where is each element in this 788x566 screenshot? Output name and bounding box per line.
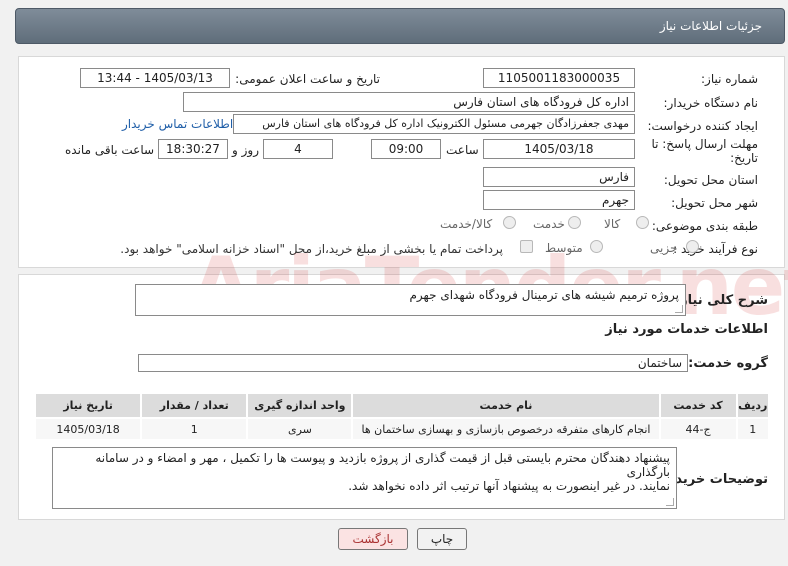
deadline-time-field: 09:00 <box>371 139 441 159</box>
requester-label: ایجاد کننده درخواست: <box>647 119 758 133</box>
remaining-time-field: 18:30:27 <box>158 139 228 159</box>
back-button[interactable]: بازگشت <box>338 528 408 550</box>
col-row-header: ردیف <box>735 392 771 419</box>
days-label: روز و <box>232 143 259 157</box>
deadline-date-field: 1405/03/18 <box>483 139 635 159</box>
buyer-org-label: نام دستگاه خریدار: <box>663 96 759 110</box>
category-radio-goods-service[interactable] <box>503 216 516 229</box>
process-option-minor: جزیی <box>650 241 678 255</box>
col-name-header: نام خدمت <box>351 392 661 419</box>
city-field: جهرم <box>483 190 635 210</box>
contact-info-link[interactable]: اطلاعات تماس خریدار <box>122 117 233 131</box>
treasury-payment-checkbox[interactable] <box>520 240 533 253</box>
category-radio-goods[interactable] <box>636 216 649 229</box>
deadline-time-label: ساعت <box>446 143 479 157</box>
province-field: فارس <box>483 167 635 187</box>
service-group-field: ساختمان <box>138 354 688 372</box>
summary-text: پروژه ترمیم شیشه های ترمینال فرودگاه شهد… <box>409 288 680 302</box>
services-section-title: اطلاعات خدمات مورد نیاز <box>605 322 768 337</box>
services-table: ردیف کد خدمت نام خدمت واحد اندازه گیری ت… <box>33 392 771 441</box>
announce-date-label: تاریخ و ساعت اعلان عمومی: <box>235 72 380 86</box>
category-option-goods: کالا <box>604 217 621 231</box>
remaining-time-label: ساعت باقی مانده <box>65 143 155 157</box>
cell-unit: سری <box>246 417 354 441</box>
process-radio-medium[interactable] <box>590 240 603 253</box>
col-code-header: کد خدمت <box>658 392 738 419</box>
summary-field: پروژه ترمیم شیشه های ترمینال فرودگاه شهد… <box>135 284 686 316</box>
page-title: جزئیات اطلاعات نیاز <box>659 19 762 33</box>
need-number-label: شماره نیاز: <box>701 72 758 86</box>
resize-grip-icon[interactable] <box>675 305 683 313</box>
category-option-goods-service: کالا/خدمت <box>440 217 493 231</box>
category-radio-service[interactable] <box>568 216 581 229</box>
cell-date: 1405/03/18 <box>33 417 143 441</box>
buyer-notes-field: پیشنهاد دهندگان محترم بایستی قبل از قیمت… <box>52 447 677 509</box>
print-button[interactable]: چاپ <box>417 528 467 550</box>
deadline-label-line1: مهلت ارسال پاسخ: تا <box>651 137 758 151</box>
buyer-notes-line1: پیشنهاد دهندگان محترم بایستی قبل از قیمت… <box>95 451 670 479</box>
requester-field: مهدی جعفرزادگان جهرمی مسئول الکترونیک اد… <box>233 114 635 134</box>
table-row: 1 ج-44 انجام کارهای متفرقه درخصوص بازساز… <box>33 417 771 441</box>
province-label: استان محل تحویل: <box>663 173 758 187</box>
days-remaining-field: 4 <box>263 139 333 159</box>
cell-qty: 1 <box>140 417 249 441</box>
process-option-medium: متوسط <box>545 241 583 255</box>
service-group-label: گروه خدمت: <box>688 356 768 371</box>
resize-grip-icon[interactable] <box>666 498 674 506</box>
summary-label: شرح کلی نیاز: <box>674 293 768 308</box>
need-number-field: 1105001183000035 <box>483 68 635 88</box>
deadline-label-line2: تاریخ: <box>730 151 758 165</box>
table-header-row: ردیف کد خدمت نام خدمت واحد اندازه گیری ت… <box>33 392 771 419</box>
page-header: جزئیات اطلاعات نیاز <box>15 8 785 44</box>
buyer-org-field: اداره کل فرودگاه های استان فارس <box>183 92 635 112</box>
buyer-notes-line2: نمایند. در غیر اینصورت به پیشنهاد آنها ت… <box>348 479 670 493</box>
cell-code: ج-44 <box>658 417 738 441</box>
process-radio-minor[interactable] <box>686 240 699 253</box>
category-label: طبقه بندی موضوعی: <box>651 219 758 233</box>
category-option-service: خدمت <box>533 217 565 231</box>
city-label: شهر محل تحویل: <box>671 196 758 210</box>
col-date-header: تاریخ نیاز <box>33 392 143 419</box>
col-unit-header: واحد اندازه گیری <box>246 392 354 419</box>
cell-row: 1 <box>735 417 771 441</box>
cell-name: انجام کارهای متفرقه درخصوص بازسازی و بهس… <box>351 417 661 441</box>
announce-date-field: 1405/03/13 - 13:44 <box>80 68 230 88</box>
treasury-payment-note: پرداخت تمام یا بخشی از مبلغ خرید،از محل … <box>120 242 503 256</box>
col-qty-header: تعداد / مقدار <box>140 392 249 419</box>
